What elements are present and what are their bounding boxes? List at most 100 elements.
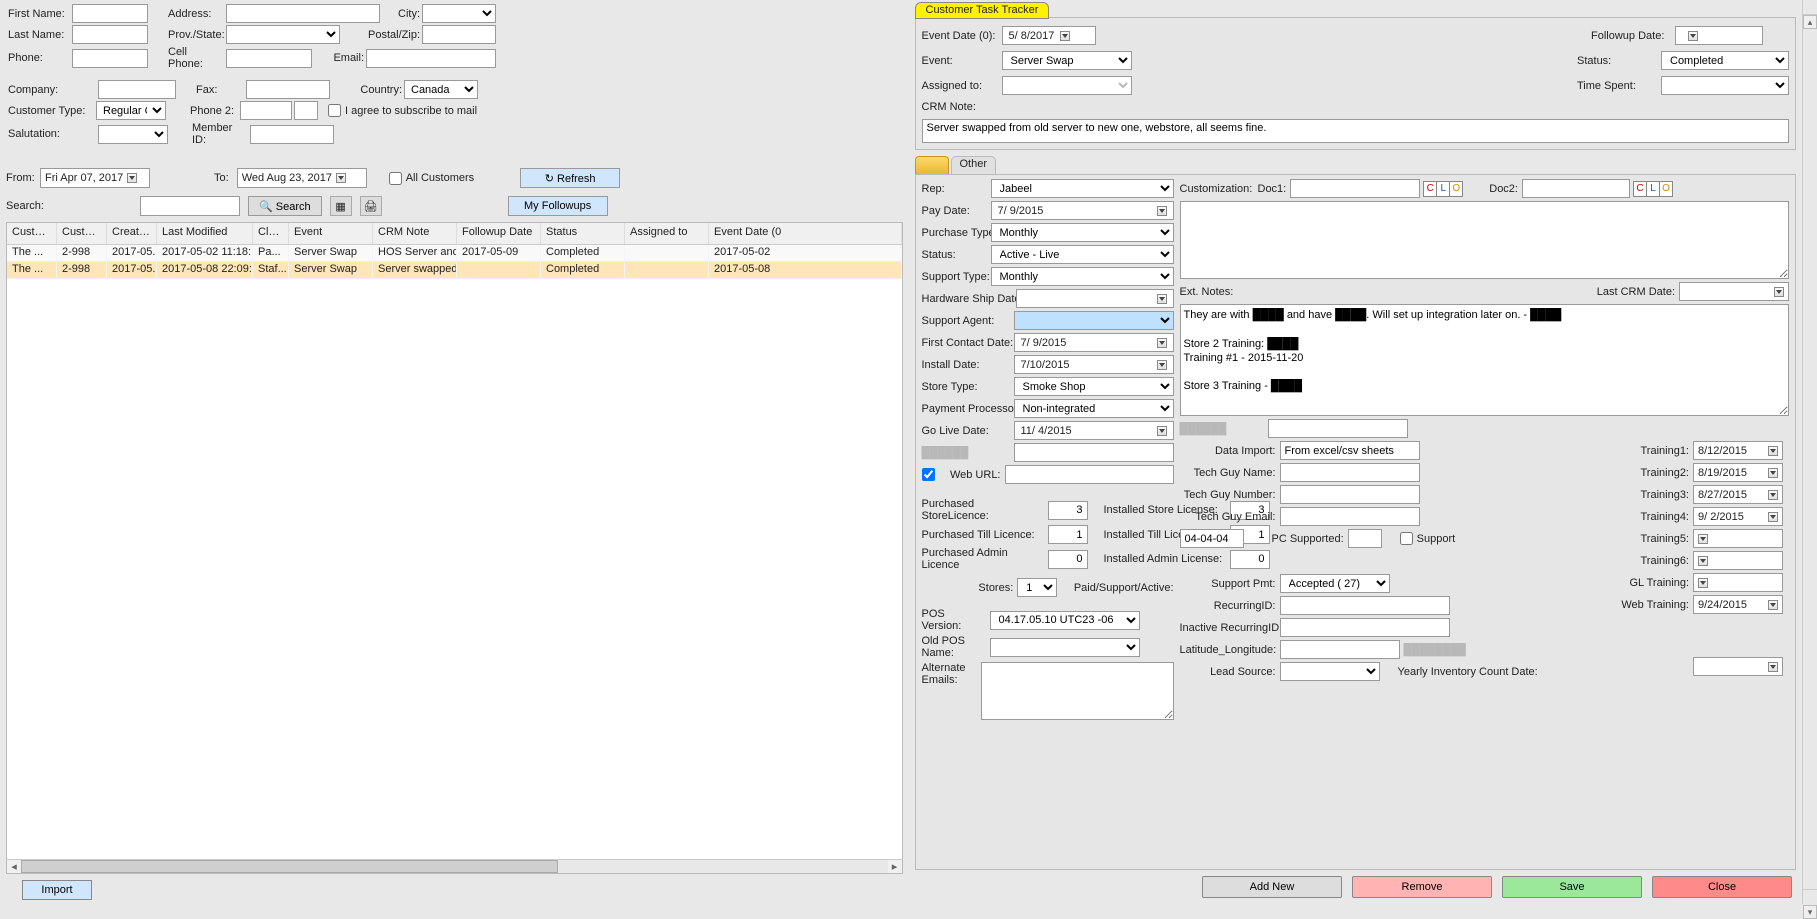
tab-other[interactable]: Other xyxy=(951,156,997,174)
close-button[interactable]: Close xyxy=(1652,876,1792,898)
extnotes-textarea[interactable] xyxy=(1180,304,1790,416)
purch-admin-input[interactable] xyxy=(1048,550,1088,569)
col-customer1[interactable]: Custom... xyxy=(7,223,57,244)
phone2-ext-input[interactable] xyxy=(294,101,318,120)
event-select[interactable]: Server Swap xyxy=(1002,51,1132,70)
pcsupported-input[interactable] xyxy=(1348,529,1382,548)
memberid-input[interactable] xyxy=(250,125,334,144)
purch-store-input[interactable] xyxy=(1048,501,1088,520)
inactiverecurring-input[interactable] xyxy=(1280,618,1450,637)
crm-note-textarea[interactable] xyxy=(922,119,1790,143)
altemails-textarea[interactable] xyxy=(981,662,1173,720)
phone-input[interactable] xyxy=(72,49,148,68)
first-name-input[interactable] xyxy=(72,4,148,23)
event-date-field[interactable]: 5/ 8/2017 xyxy=(1002,26,1096,45)
latlng-input[interactable] xyxy=(1280,640,1400,659)
salutation-select[interactable] xyxy=(98,125,168,144)
right-vscrollbar[interactable]: ▴ ▾ xyxy=(1802,0,1817,904)
purch-till-input[interactable] xyxy=(1048,525,1088,544)
paymentproc-select[interactable]: Non-integrated xyxy=(1014,399,1174,418)
oldpos-select[interactable] xyxy=(990,638,1140,657)
cellphone-input[interactable] xyxy=(226,49,312,68)
customization-textarea[interactable] xyxy=(1180,201,1790,279)
doc1-input[interactable] xyxy=(1290,179,1420,198)
rep-select[interactable]: Jabeel xyxy=(991,179,1174,198)
refresh-button[interactable]: ↻ Refresh xyxy=(520,168,620,188)
scroll-down-icon[interactable]: ▾ xyxy=(1803,905,1817,919)
golive-field[interactable]: 11/ 4/2015 xyxy=(1014,421,1174,440)
assigned-select[interactable] xyxy=(1002,76,1132,95)
training3-field[interactable]: 8/27/2015 xyxy=(1693,485,1783,504)
storetype-select[interactable]: Smoke Shop xyxy=(1014,377,1174,396)
lastcrmdate-field[interactable] xyxy=(1679,282,1789,301)
col-event-date[interactable]: Event Date (0 xyxy=(709,223,902,244)
timespent-select[interactable] xyxy=(1661,76,1789,95)
col-last-modified[interactable]: Last Modified xyxy=(157,223,253,244)
leadsource-select[interactable] xyxy=(1280,662,1380,681)
recurringid-input[interactable] xyxy=(1280,596,1450,615)
supporttype-select[interactable]: Monthly xyxy=(991,267,1174,286)
col-customer2[interactable]: Custom... xyxy=(57,223,107,244)
doc2-input[interactable] xyxy=(1522,179,1630,198)
training4-field[interactable]: 9/ 2/2015 xyxy=(1693,507,1783,526)
table-row[interactable]: The ... 2-998 2017-05... 2017-05-08 22:0… xyxy=(7,262,902,279)
paydate-field[interactable]: 7/ 9/2015 xyxy=(991,201,1174,220)
training6-field[interactable] xyxy=(1693,551,1783,570)
col-created[interactable]: Created xyxy=(107,223,157,244)
detail-status-select[interactable]: Active - Live xyxy=(991,245,1174,264)
col-clerk[interactable]: Clerk xyxy=(253,223,289,244)
import-button[interactable]: Import xyxy=(22,880,92,900)
firstcontact-field[interactable]: 7/ 9/2015 xyxy=(1014,333,1174,352)
city-select[interactable] xyxy=(422,4,496,23)
col-status[interactable]: Status xyxy=(541,223,625,244)
folder-icon[interactable] xyxy=(915,156,949,174)
subscribe-checkbox[interactable]: I agree to subscribe to mail xyxy=(328,104,477,117)
col-crm-note[interactable]: CRM Note xyxy=(373,223,457,244)
installdate-field[interactable]: 7/10/2015 xyxy=(1014,355,1174,374)
status-select[interactable]: Completed xyxy=(1661,51,1789,70)
print-icon[interactable]: 🖨 xyxy=(360,196,382,216)
techguyname-input[interactable] xyxy=(1280,463,1420,482)
webtraining-field[interactable]: 9/24/2015 xyxy=(1693,595,1783,614)
search-button[interactable]: 🔍 Search xyxy=(248,196,322,216)
hwship-field[interactable] xyxy=(1016,289,1174,308)
email-input[interactable] xyxy=(366,49,496,68)
posversion-select[interactable]: 04.17.05.10 UTC23 -06 xyxy=(990,611,1140,630)
save-button[interactable]: Save xyxy=(1502,876,1642,898)
dataimport-input[interactable] xyxy=(1280,441,1420,460)
training1-field[interactable]: 8/12/2015 xyxy=(1693,441,1783,460)
weburl-input[interactable] xyxy=(1005,465,1174,484)
paid-input[interactable] xyxy=(1180,529,1244,548)
stores-select[interactable]: 1 xyxy=(1017,578,1056,597)
customer-task-tracker-tab[interactable]: Customer Task Tracker xyxy=(915,2,1050,19)
col-assigned[interactable]: Assigned to xyxy=(625,223,709,244)
doc2-clo[interactable]: CLO xyxy=(1634,181,1673,197)
address-input[interactable] xyxy=(226,4,380,23)
to-date[interactable]: Wed Aug 23, 2017 xyxy=(237,168,367,188)
last-name-input[interactable] xyxy=(72,25,148,44)
hidden-input[interactable] xyxy=(1014,443,1174,462)
country-select[interactable]: Canada xyxy=(404,80,478,99)
table-row[interactable]: The ... 2-998 2017-05... 2017-05-02 11:1… xyxy=(7,245,902,262)
col-event[interactable]: Event xyxy=(289,223,373,244)
cust-type-select[interactable]: Regular Custo xyxy=(96,101,166,120)
remove-button[interactable]: Remove xyxy=(1352,876,1492,898)
techguyemail-input[interactable] xyxy=(1280,507,1420,526)
techguynumber-input[interactable] xyxy=(1280,485,1420,504)
gltraining-field[interactable] xyxy=(1693,573,1783,592)
followup-date-field[interactable] xyxy=(1675,26,1763,45)
yearlyinv-field[interactable] xyxy=(1693,657,1783,676)
prov-select[interactable] xyxy=(226,25,340,44)
columns-icon[interactable]: ▦ xyxy=(330,196,352,216)
all-customers-checkbox[interactable]: All Customers xyxy=(389,172,474,185)
doc1-clo[interactable]: CLO xyxy=(1424,181,1463,197)
col-followup[interactable]: Followup Date xyxy=(457,223,541,244)
supportpmt-select[interactable]: Accepted ( 27) xyxy=(1280,574,1390,593)
search-input[interactable] xyxy=(140,196,240,216)
from-date[interactable]: Fri Apr 07, 2017 xyxy=(40,168,150,188)
postal-input[interactable] xyxy=(422,25,496,44)
supportagent-select[interactable] xyxy=(1014,311,1174,330)
scroll-up-icon[interactable]: ▴ xyxy=(1803,15,1817,29)
task-grid[interactable]: Custom... Custom... Created Last Modifie… xyxy=(6,222,903,874)
training5-field[interactable] xyxy=(1693,529,1783,548)
